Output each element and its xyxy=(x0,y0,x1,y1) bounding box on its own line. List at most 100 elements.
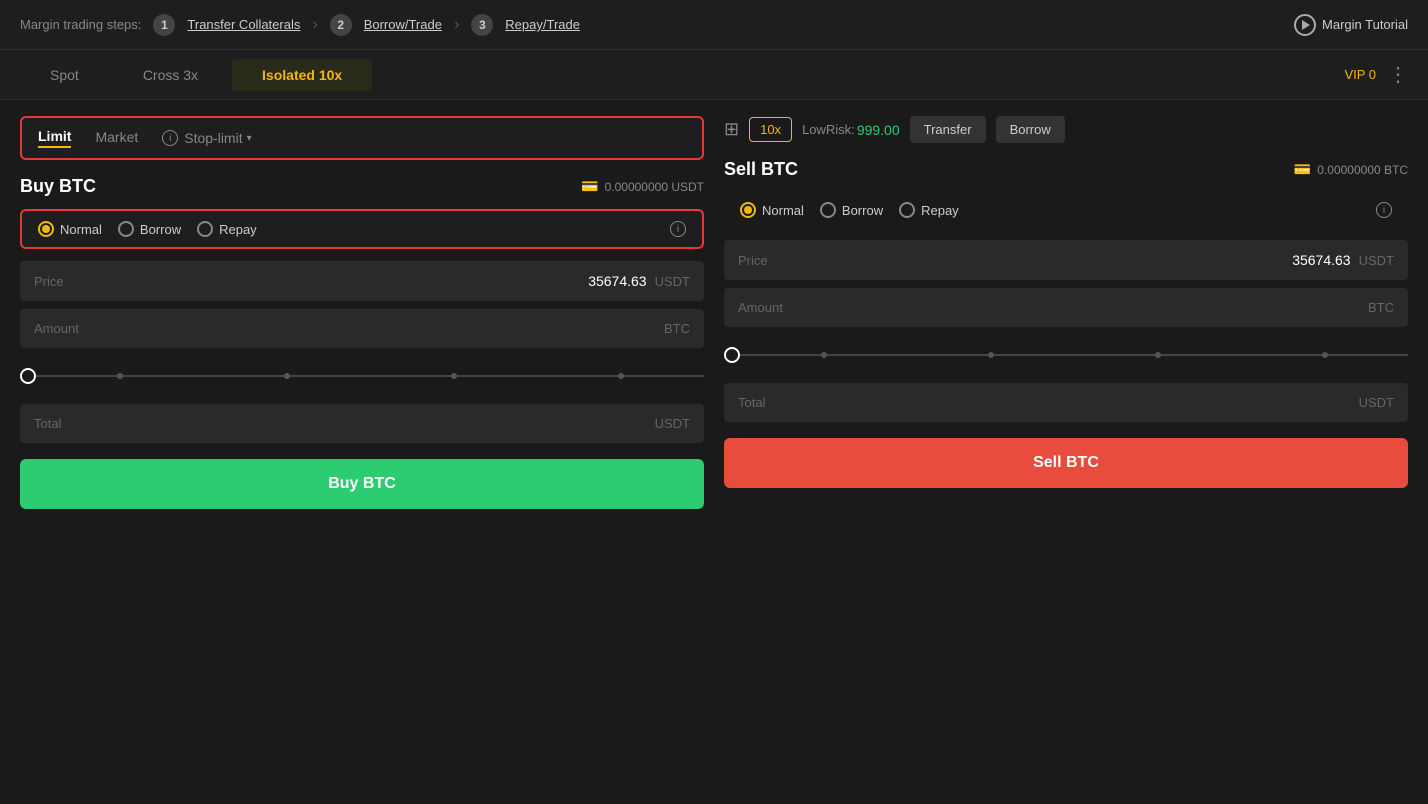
main-content: Limit Market i Stop-limit ▾ Buy BTC 💳 0.… xyxy=(0,100,1428,525)
buy-slider-track xyxy=(36,375,704,377)
sell-tick-3 xyxy=(1155,352,1161,358)
top-bar: Margin trading steps: 1 Transfer Collate… xyxy=(0,0,1428,50)
sell-mode-repay[interactable]: Repay xyxy=(899,202,959,218)
sell-panel-header: Sell BTC 💳 0.00000000 BTC xyxy=(724,159,1408,180)
buy-balance-value: 0.00000000 USDT xyxy=(605,180,704,194)
leverage-badge[interactable]: 10x xyxy=(749,117,792,142)
buy-mode-normal[interactable]: Normal xyxy=(38,221,102,237)
sell-tick-4 xyxy=(1322,352,1328,358)
buy-price-currency: USDT xyxy=(655,274,690,289)
sell-mode-info-button[interactable]: i xyxy=(1376,202,1392,218)
sell-normal-radio-inner xyxy=(744,206,752,214)
buy-amount-field[interactable]: Amount BTC xyxy=(20,309,704,348)
buy-slider-handle[interactable] xyxy=(20,368,36,384)
buy-total-label: Total xyxy=(34,416,61,431)
tab-cross[interactable]: Cross 3x xyxy=(113,59,228,91)
buy-panel-header: Buy BTC 💳 0.00000000 USDT xyxy=(20,176,704,197)
buy-total-field[interactable]: Total USDT xyxy=(20,404,704,443)
step3-number: 3 xyxy=(471,14,493,36)
sell-slider-wrapper[interactable] xyxy=(724,345,1408,365)
step1-link[interactable]: Transfer Collaterals xyxy=(187,17,300,32)
tab-bar: Spot Cross 3x Isolated 10x VIP 0 ⋮ xyxy=(0,50,1428,100)
order-type-market[interactable]: Market xyxy=(95,129,138,147)
sell-mode-borrow[interactable]: Borrow xyxy=(820,202,883,218)
tab-isolated[interactable]: Isolated 10x xyxy=(232,59,372,91)
sell-total-right: USDT xyxy=(1351,395,1394,410)
sell-repay-label: Repay xyxy=(921,203,959,218)
buy-repay-label: Repay xyxy=(219,222,257,237)
order-type-stop-limit[interactable]: i Stop-limit ▾ xyxy=(162,130,251,146)
step2-number: 2 xyxy=(330,14,352,36)
sell-price-field[interactable]: Price 35674.63 USDT xyxy=(724,240,1408,280)
sell-wallet-icon: 💳 xyxy=(1294,161,1311,178)
buy-total-currency: USDT xyxy=(655,416,690,431)
buy-amount-label: Amount xyxy=(34,321,79,336)
sell-total-field[interactable]: Total USDT xyxy=(724,383,1408,422)
buy-btc-button[interactable]: Buy BTC xyxy=(20,459,704,509)
sell-order-mode-selector: Normal Borrow Repay i xyxy=(724,192,1408,228)
buy-slider-row xyxy=(20,356,704,396)
buy-amount-currency: BTC xyxy=(664,321,690,336)
sell-balance-display: 💳 0.00000000 BTC xyxy=(1294,161,1408,178)
borrow-button[interactable]: Borrow xyxy=(996,116,1065,143)
sell-amount-field[interactable]: Amount BTC xyxy=(724,288,1408,327)
margin-tutorial-button[interactable]: Margin Tutorial xyxy=(1294,14,1408,36)
step2-link[interactable]: Borrow/Trade xyxy=(364,17,442,32)
buy-price-field[interactable]: Price 35674.63 USDT xyxy=(20,261,704,301)
buy-price-label: Price xyxy=(34,274,64,289)
buy-price-right: 35674.63 USDT xyxy=(588,273,690,289)
buy-radio-group: Normal Borrow Repay xyxy=(38,221,257,237)
step3-link[interactable]: Repay/Trade xyxy=(505,17,580,32)
sell-total-currency: USDT xyxy=(1359,395,1394,410)
buy-price-value: 35674.63 xyxy=(588,273,646,289)
sell-mode-info-icon: i xyxy=(1376,202,1392,218)
sell-tick-1 xyxy=(821,352,827,358)
sell-slider-handle[interactable] xyxy=(724,347,740,363)
buy-mode-info-button[interactable]: i xyxy=(670,221,686,237)
play-triangle-icon xyxy=(1302,20,1310,30)
buy-tick-2 xyxy=(284,373,290,379)
step1-number: 1 xyxy=(153,14,175,36)
buy-mode-repay[interactable]: Repay xyxy=(197,221,257,237)
tab-spot[interactable]: Spot xyxy=(20,59,109,91)
stop-limit-info-icon: i xyxy=(162,130,178,146)
step1-arrow: › xyxy=(312,16,317,34)
buy-panel: Limit Market i Stop-limit ▾ Buy BTC 💳 0.… xyxy=(20,116,704,509)
vip-label: VIP 0 xyxy=(1344,67,1376,82)
buy-total-right: USDT xyxy=(647,416,690,431)
sell-mode-normal[interactable]: Normal xyxy=(740,202,804,218)
low-risk-label: LowRisk: xyxy=(802,122,855,137)
sell-slider-track xyxy=(740,354,1408,356)
buy-mode-borrow[interactable]: Borrow xyxy=(118,221,181,237)
sell-tick-2 xyxy=(988,352,994,358)
play-icon xyxy=(1294,14,1316,36)
sell-normal-label: Normal xyxy=(762,203,804,218)
sell-amount-right: BTC xyxy=(1360,300,1394,315)
buy-tick-1 xyxy=(117,373,123,379)
buy-panel-title: Buy BTC xyxy=(20,176,96,197)
isolated-leverage: 10x xyxy=(319,67,342,83)
sell-amount-label: Amount xyxy=(738,300,783,315)
order-type-limit[interactable]: Limit xyxy=(38,128,71,148)
right-toolbar: ⊞ 10x LowRisk: 999.00 Transfer Borrow xyxy=(724,116,1408,143)
buy-amount-right: BTC xyxy=(656,321,690,336)
step2-arrow: › xyxy=(454,16,459,34)
buy-borrow-radio-outer xyxy=(118,221,134,237)
more-options-icon[interactable]: ⋮ xyxy=(1388,65,1408,85)
sell-normal-radio-outer xyxy=(740,202,756,218)
sell-price-currency: USDT xyxy=(1359,253,1394,268)
tutorial-label: Margin Tutorial xyxy=(1322,17,1408,32)
transfer-button[interactable]: Transfer xyxy=(910,116,986,143)
sell-btc-button[interactable]: Sell BTC xyxy=(724,438,1408,488)
calculator-icon[interactable]: ⊞ xyxy=(724,119,739,140)
buy-slider-wrapper[interactable] xyxy=(20,366,704,386)
isolated-label: Isolated xyxy=(262,67,315,83)
sell-panel-title: Sell BTC xyxy=(724,159,798,180)
sell-price-label: Price xyxy=(738,253,768,268)
buy-tick-4 xyxy=(618,373,624,379)
wallet-icon: 💳 xyxy=(581,178,598,195)
chevron-down-icon: ▾ xyxy=(247,133,252,144)
buy-borrow-label: Borrow xyxy=(140,222,181,237)
sell-panel: ⊞ 10x LowRisk: 999.00 Transfer Borrow Se… xyxy=(724,116,1408,509)
margin-steps-label: Margin trading steps: xyxy=(20,17,141,32)
